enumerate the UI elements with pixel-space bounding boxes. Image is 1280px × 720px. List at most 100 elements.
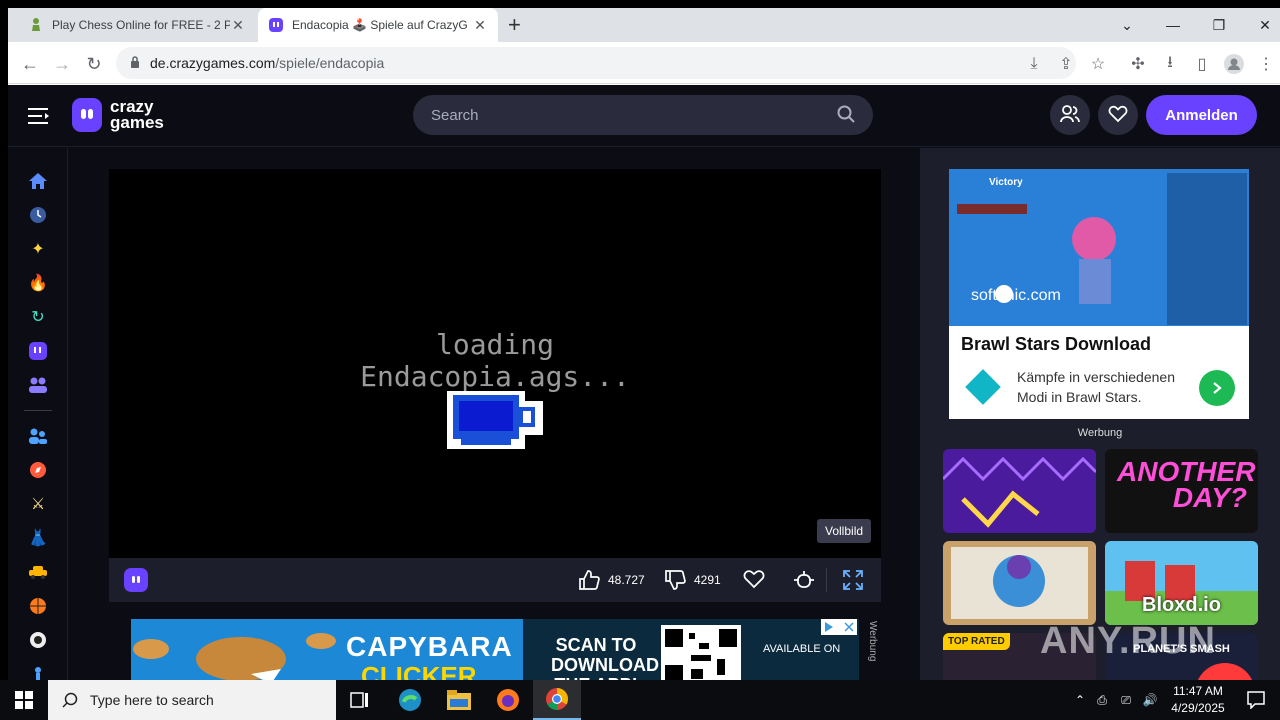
- file-explorer-icon[interactable]: [435, 680, 483, 720]
- extensions-icon[interactable]: ✣: [1126, 52, 1150, 76]
- menu-icon[interactable]: ⋮: [1254, 52, 1278, 76]
- task-view-icon[interactable]: [336, 680, 384, 720]
- meet-now-icon[interactable]: ⎙: [1090, 693, 1114, 708]
- game-thumb[interactable]: [943, 541, 1096, 625]
- updated-icon[interactable]: ↻: [28, 307, 48, 327]
- originals-icon[interactable]: [28, 341, 48, 361]
- dislike-button[interactable]: 4291: [664, 569, 721, 591]
- game-thumb[interactable]: ANOTHER DAY?: [1105, 449, 1258, 533]
- ad-heading: Brawl Stars Download: [961, 334, 1152, 354]
- like-button[interactable]: 48.727: [578, 569, 645, 591]
- game-thumb[interactable]: [943, 449, 1096, 533]
- report-button[interactable]: [793, 569, 823, 591]
- network-icon[interactable]: ⎚: [1114, 693, 1138, 708]
- taskbar: Type here to search ⌃ ⎙ ⎚ 🔊 11:47 AM 4/2…: [0, 680, 1280, 720]
- clock[interactable]: 11:47 AM 4/29/2025: [1160, 683, 1236, 717]
- pawn-icon: [28, 17, 44, 33]
- address-bar[interactable]: de.crazygames.com/spiele/endacopia: [116, 47, 1076, 79]
- share-icon[interactable]: ⇪: [1054, 52, 1078, 76]
- profile-icon[interactable]: [1222, 52, 1246, 76]
- two-player-icon[interactable]: [28, 426, 48, 446]
- close-window-icon[interactable]: ✕: [1242, 8, 1280, 42]
- close-tab-icon[interactable]: ✕: [472, 17, 488, 34]
- recent-icon[interactable]: [28, 205, 48, 225]
- url-text: de.crazygames.com/spiele/endacopia: [150, 55, 385, 71]
- fullscreen-icon: [843, 570, 863, 590]
- taskbar-search-box[interactable]: Type here to search: [48, 680, 336, 720]
- notifications-icon[interactable]: [1232, 680, 1280, 720]
- login-button[interactable]: Anmelden: [1146, 95, 1257, 135]
- tab-endacopia[interactable]: Endacopia 🕹️ Spiele auf CrazyG ✕: [258, 8, 498, 42]
- ad-available-text: AVAILABLE ON: [763, 643, 841, 655]
- crazygames-page: crazy games Search Anmelden ✦ 🔥 ↻ ⚔ 👗 lo…: [8, 85, 1280, 684]
- game-thumb-title: ANOTHER DAY?: [1117, 456, 1256, 513]
- side-panel-icon[interactable]: ▯: [1190, 52, 1214, 76]
- brawl-stars-ad[interactable]: Victory softonic.com Brawl Stars Downloa…: [949, 169, 1249, 419]
- volume-icon[interactable]: 🔊: [1138, 693, 1162, 707]
- chevron-up-icon[interactable]: ⌃: [1070, 693, 1090, 707]
- multiplayer-icon[interactable]: [28, 375, 48, 395]
- friends-button[interactable]: [1050, 95, 1090, 135]
- car-icon[interactable]: [28, 562, 48, 582]
- watermark: ANY.RUN: [1040, 620, 1216, 662]
- girls-icon[interactable]: 👗: [28, 528, 48, 548]
- hamburger-menu-icon[interactable]: [28, 105, 50, 127]
- chrome-icon[interactable]: [533, 680, 581, 720]
- windows-start-button[interactable]: [0, 680, 48, 720]
- ad-label: Werbung: [1077, 427, 1123, 439]
- close-tab-icon[interactable]: ✕: [230, 17, 246, 34]
- pool-icon[interactable]: [28, 630, 48, 650]
- bookmark-star-icon[interactable]: ☆: [1086, 52, 1110, 76]
- tab-title: Play Chess Online for FREE - 2 Pl: [52, 18, 230, 32]
- qr-code: [661, 625, 741, 684]
- back-icon[interactable]: ←: [18, 52, 42, 76]
- tab-chess[interactable]: Play Chess Online for FREE - 2 Pl ✕: [18, 8, 256, 42]
- home-icon[interactable]: [28, 171, 48, 191]
- bug-icon: [794, 571, 814, 588]
- firefox-icon[interactable]: [484, 680, 532, 720]
- dislike-count: 4291: [694, 573, 721, 587]
- ad-subtext: Kämpfe in verschiedenen Modi in Brawl St…: [1017, 369, 1175, 405]
- edge-icon[interactable]: [386, 680, 434, 720]
- new-icon[interactable]: ✦: [28, 239, 48, 259]
- screen: Play Chess Online for FREE - 2 Pl ✕ Enda…: [0, 0, 1280, 720]
- site-search-input[interactable]: Search: [413, 95, 873, 135]
- trending-icon[interactable]: 🔥: [28, 273, 48, 293]
- install-icon[interactable]: ⤓: [1022, 52, 1046, 76]
- coffee-cup-icon: [447, 387, 543, 451]
- site-header: crazy games Search Anmelden: [8, 85, 1280, 147]
- game-canvas[interactable]: loading Endacopia.ags... Vollbild: [109, 169, 881, 558]
- basketball-icon[interactable]: [28, 596, 48, 616]
- browser-window: Play Chess Online for FREE - 2 Pl ✕ Enda…: [8, 8, 1280, 684]
- action-icon[interactable]: ⚔: [28, 494, 48, 514]
- crazygames-favicon-icon: [268, 17, 284, 33]
- minimize-icon[interactable]: —: [1150, 8, 1196, 42]
- tab-strip: Play Chess Online for FREE - 2 Pl ✕ Enda…: [8, 8, 1280, 42]
- tab-search-icon[interactable]: ⌄: [1104, 8, 1150, 42]
- crazygames-small-logo-icon[interactable]: [124, 568, 148, 592]
- heart-icon: [1108, 105, 1128, 126]
- ad-go-button[interactable]: [1199, 370, 1235, 406]
- search-placeholder: Search: [431, 106, 479, 124]
- fullscreen-tooltip: Vollbild: [817, 519, 872, 543]
- favorites-button[interactable]: [1098, 95, 1138, 135]
- search-icon[interactable]: [837, 105, 855, 126]
- downloads-icon[interactable]: ⭳: [1158, 52, 1182, 76]
- forward-icon[interactable]: →: [50, 52, 74, 76]
- adventure-icon[interactable]: [28, 460, 48, 480]
- right-column: Victory softonic.com Brawl Stars Downloa…: [920, 148, 1280, 684]
- favorite-button[interactable]: [743, 569, 773, 589]
- tab-title: Endacopia 🕹️ Spiele auf CrazyG: [292, 18, 468, 32]
- fullscreen-button[interactable]: [842, 569, 872, 591]
- thumbs-up-icon: [579, 570, 600, 590]
- bottom-banner-ad[interactable]: CAPYBARA CLICKER SCAN TO DOWNLOAD THE AP…: [131, 619, 859, 684]
- top-rated-badge: TOP RATED: [943, 633, 1010, 650]
- new-tab-icon[interactable]: +: [508, 12, 521, 38]
- crazygames-logo[interactable]: crazy games: [72, 98, 164, 132]
- reload-icon[interactable]: ↻: [82, 52, 106, 76]
- lock-icon: [130, 55, 140, 71]
- ad-close-icon[interactable]: [821, 619, 857, 635]
- game-thumb[interactable]: Bloxd.io: [1105, 541, 1258, 625]
- clock-date: 4/29/2025: [1171, 701, 1225, 715]
- maximize-icon[interactable]: ❐: [1196, 8, 1242, 42]
